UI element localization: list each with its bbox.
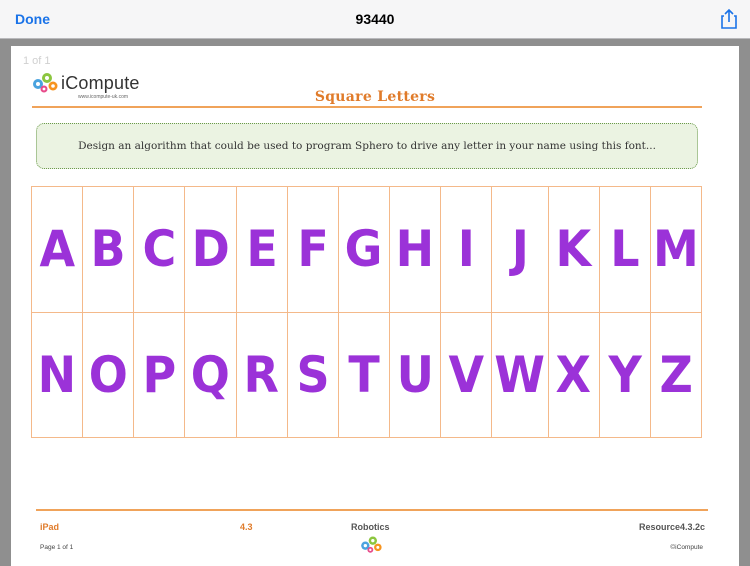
- letter-cell: G: [338, 187, 391, 313]
- navigation-bar: Done 93440: [0, 0, 750, 39]
- letter-e: E: [245, 220, 278, 279]
- letter-o: O: [88, 345, 128, 404]
- letter-cell: V: [441, 312, 493, 438]
- footer-device: iPad: [40, 522, 60, 532]
- letter-u: U: [396, 345, 434, 404]
- letter-v: V: [448, 345, 485, 404]
- letter-cell: M: [650, 187, 702, 313]
- letter-cell: R: [236, 312, 288, 438]
- letter-q: Q: [190, 345, 231, 404]
- nav-title: 93440: [355, 11, 395, 27]
- footer-resource: Resource4.3.2c: [638, 522, 705, 532]
- letter-k: K: [555, 220, 592, 279]
- letter-a: A: [39, 220, 75, 279]
- letter-cell: A: [32, 187, 84, 313]
- document-page[interactable]: 1 of 1 iCompute www.icompute-uk.com Squa…: [11, 46, 739, 566]
- letter-y: Y: [608, 345, 642, 404]
- letter-cell: O: [83, 312, 135, 438]
- page-count-indicator: 1 of 1: [23, 55, 51, 67]
- letter-cell: Z: [650, 312, 702, 438]
- letter-b: B: [90, 220, 126, 279]
- title-divider: [32, 106, 702, 108]
- footer-gears-icon: [361, 536, 382, 553]
- letter-cell: C: [134, 187, 186, 313]
- letter-cell: Y: [599, 312, 651, 438]
- letter-c: C: [142, 220, 177, 279]
- letter-z: Z: [659, 345, 693, 404]
- letter-h: H: [395, 220, 435, 279]
- footer-copyright: ©iCompute: [670, 544, 703, 551]
- letter-w: W: [494, 345, 546, 404]
- letter-cell: F: [287, 187, 339, 313]
- instruction-box: Design an algorithm that could be used t…: [36, 123, 698, 169]
- letter-grid: A B C D E F G H I J K L M N O P Q R S T …: [31, 186, 702, 438]
- letter-cell: X: [548, 312, 600, 438]
- letter-d: D: [191, 220, 230, 279]
- letter-cell: P: [134, 312, 186, 438]
- letter-j: J: [511, 220, 529, 279]
- letter-cell: K: [548, 187, 600, 313]
- letter-cell: J: [492, 187, 549, 313]
- letter-x: X: [555, 345, 592, 404]
- letter-cell: L: [599, 187, 651, 313]
- letter-t: T: [348, 345, 380, 404]
- letter-cell: W: [492, 312, 549, 438]
- footer-subject: Robotics: [351, 522, 390, 532]
- letter-i: I: [457, 220, 475, 279]
- letter-n: N: [37, 345, 77, 404]
- letter-cell: E: [236, 187, 288, 313]
- letter-cell: U: [390, 312, 442, 438]
- footer-page-number: Page 1 of 1: [40, 544, 74, 551]
- letter-cell: Q: [185, 312, 237, 438]
- instruction-text: Design an algorithm that could be used t…: [78, 140, 656, 152]
- letter-cell: I: [441, 187, 493, 313]
- letter-cell: D: [185, 187, 237, 313]
- share-icon[interactable]: [718, 8, 740, 30]
- letter-cell: S: [287, 312, 339, 438]
- letter-p: P: [142, 345, 177, 404]
- letter-m: M: [653, 220, 699, 279]
- letter-cell: H: [390, 187, 442, 313]
- letter-cell: B: [83, 187, 135, 313]
- letter-g: G: [345, 220, 383, 279]
- letter-f: F: [297, 220, 329, 279]
- footer-section: 4.3: [240, 522, 253, 532]
- letter-l: L: [610, 220, 640, 279]
- letter-cell: T: [338, 312, 391, 438]
- letter-r: R: [243, 345, 280, 404]
- letter-s: S: [296, 345, 330, 404]
- letter-cell: N: [32, 312, 84, 438]
- footer-divider: [36, 509, 708, 511]
- document-title: Square Letters: [314, 89, 436, 105]
